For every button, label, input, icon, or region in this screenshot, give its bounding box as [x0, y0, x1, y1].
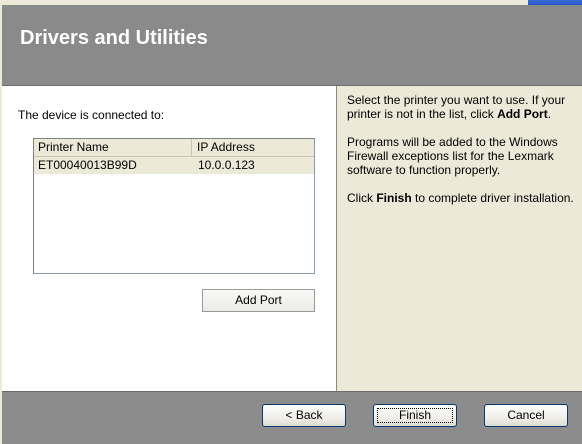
- column-header-ip-address[interactable]: IP Address: [193, 139, 314, 156]
- instruction-finish: Click Finish to complete driver installa…: [347, 191, 574, 205]
- printer-row[interactable]: ET00040013B99D 10.0.0.123: [34, 157, 314, 174]
- add-port-button[interactable]: Add Port: [202, 289, 315, 312]
- instructions-text: Select the printer you want to use. If y…: [347, 93, 579, 219]
- page-title: Drivers and Utilities: [20, 27, 208, 49]
- left-pane: The device is connected to: Printer Name…: [2, 86, 336, 391]
- printer-name-cell: ET00040013B99D: [38, 158, 137, 172]
- installer-window: Drivers and Utilities The device is conn…: [0, 0, 582, 444]
- connected-label: The device is connected to:: [18, 108, 165, 122]
- instruction-select-printer: Select the printer you want to use. If y…: [347, 93, 566, 121]
- footer-bar: < Back Finish Cancel: [2, 391, 582, 444]
- header-banner: Drivers and Utilities: [2, 5, 582, 86]
- column-header-printer-name[interactable]: Printer Name: [34, 139, 192, 156]
- printer-list[interactable]: Printer Name IP Address ET00040013B99D 1…: [33, 138, 315, 274]
- instruction-firewall: Programs will be added to the Windows Fi…: [347, 135, 558, 177]
- finish-button[interactable]: Finish: [373, 404, 457, 427]
- instructions-pane: Select the printer you want to use. If y…: [337, 86, 582, 391]
- content-area: The device is connected to: Printer Name…: [2, 86, 582, 391]
- back-button[interactable]: < Back: [262, 404, 346, 427]
- ip-address-cell: 10.0.0.123: [198, 158, 255, 172]
- cancel-button[interactable]: Cancel: [484, 404, 568, 427]
- list-header: Printer Name IP Address: [34, 139, 314, 157]
